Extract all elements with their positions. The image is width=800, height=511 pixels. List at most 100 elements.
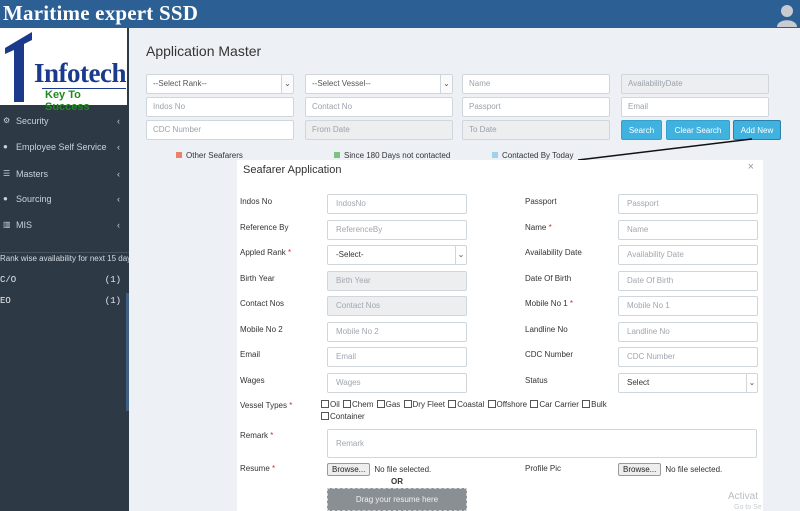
resume-file-status: No file selected. [374, 465, 432, 474]
user-avatar-icon[interactable] [776, 3, 798, 27]
resume-dropzone[interactable]: Drag your resume here [327, 488, 467, 511]
vessel-type-chem[interactable]: Chem [343, 399, 373, 411]
remark-textarea[interactable]: Remark [327, 429, 757, 458]
checkbox[interactable] [448, 400, 457, 408]
profile-pic-label: Profile Pic [525, 464, 562, 473]
vessel-type-dry-fleet[interactable]: Dry Fleet [403, 399, 445, 411]
chevron-left-icon: ‹ [117, 116, 120, 126]
cdc-input[interactable]: CDC Number [146, 120, 294, 140]
vessel-type-car-carrier[interactable]: Car Carrier [530, 399, 579, 411]
or-separator: OR [391, 477, 403, 486]
vessel-type-container[interactable]: Container [321, 411, 365, 423]
contact-input[interactable]: Contact No [305, 97, 453, 117]
chevron-down-icon: ⌄ [440, 75, 452, 93]
indos-label: Indos No [240, 197, 273, 206]
legend-swatch [176, 152, 182, 158]
search-button[interactable]: Search [621, 120, 662, 140]
close-icon[interactable]: × [748, 161, 754, 173]
from-date-input[interactable]: From Date [305, 120, 453, 140]
sidebar-item-label: Employee Self Service [16, 142, 107, 152]
passport-field[interactable]: Passport [618, 194, 758, 214]
email-label: Email [240, 350, 261, 359]
cdc-number-field[interactable]: CDC Number [618, 347, 758, 367]
birth-year-field[interactable]: Birth Year [327, 271, 467, 291]
list-icon: ☰ [3, 169, 11, 178]
wages-field[interactable]: Wages [327, 373, 467, 393]
checkbox[interactable] [343, 400, 352, 408]
status-value: Select [627, 378, 650, 387]
profile-pic-browse-button[interactable]: Browse... [618, 463, 662, 476]
app-title: Maritime expert SSD [3, 1, 199, 25]
sidebar-divider [0, 252, 129, 253]
remark-label: Remark * [240, 431, 274, 440]
sidebar-item-employee-self-service[interactable]: ● Employee Self Service ‹ [0, 136, 129, 158]
checkbox[interactable] [321, 400, 329, 408]
vessel-select[interactable]: --Select Vessel-- ⌄ [305, 74, 453, 94]
passport-input[interactable]: Passport [462, 97, 610, 117]
rank-select-value: --Select Rank-- [153, 79, 207, 88]
vessel-type-offshore[interactable]: Offshore [487, 399, 527, 411]
email-field[interactable]: Email [327, 347, 467, 367]
checkbox[interactable] [403, 400, 412, 408]
indos-field[interactable]: IndosNo [327, 194, 467, 214]
applied-rank-select[interactable]: -Select- ⌄ [327, 245, 467, 265]
sidebar-item-label: Masters [16, 169, 49, 179]
landline-field[interactable]: Landline No [618, 322, 758, 342]
rank-select[interactable]: --Select Rank-- ⌄ [146, 74, 294, 94]
checkbox[interactable] [530, 400, 539, 408]
availability-row[interactable]: C/O (1) [0, 275, 125, 289]
reference-by-field[interactable]: ReferenceBy [327, 220, 467, 240]
checkbox[interactable] [582, 400, 591, 408]
mobile-no-1-field[interactable]: Mobile No 1 [618, 296, 758, 316]
top-bar: Maritime expert SSD [0, 0, 800, 28]
status-select[interactable]: Select ⌄ [618, 373, 758, 393]
birth-year-label: Birth Year [240, 274, 275, 283]
applied-rank-value: -Select- [336, 250, 364, 259]
availability-date-field[interactable]: Availability Date [618, 245, 758, 265]
mobile-no-2-field[interactable]: Mobile No 2 [327, 322, 467, 342]
vessel-type-oil[interactable]: Oil [321, 399, 340, 411]
vessel-type-bulk[interactable]: Bulk [582, 399, 607, 411]
company-logo: Infotech Key To Success [0, 28, 127, 113]
name-input[interactable]: Name [462, 74, 610, 94]
chevron-left-icon: ‹ [117, 194, 120, 204]
contact-nos-field[interactable]: Contact Nos [327, 296, 467, 316]
profile-pic-file-input[interactable]: Browse... No file selected. [618, 463, 722, 477]
clear-search-button[interactable]: Clear Search [666, 120, 730, 140]
contact-nos-label: Contact Nos [240, 299, 285, 308]
checkbox[interactable] [321, 412, 329, 420]
date-of-birth-field[interactable]: Date Of Birth [618, 271, 758, 291]
to-date-input[interactable]: To Date [462, 120, 610, 140]
name-field[interactable]: Name [618, 220, 758, 240]
sidebar-item-mis[interactable]: ▥ MIS ‹ [0, 214, 129, 236]
sidebar-item-sourcing[interactable]: ● Sourcing ‹ [0, 188, 129, 210]
vessel-type-gas[interactable]: Gas [376, 399, 400, 411]
chevron-left-icon: ‹ [117, 220, 120, 230]
availability-title: Rank wise availability for next 15 days [0, 254, 129, 263]
chevron-left-icon: ‹ [117, 142, 120, 152]
sidebar-item-label: MIS [16, 220, 33, 230]
checkbox[interactable] [376, 400, 385, 408]
indos-input[interactable]: Indos No [146, 97, 294, 117]
legend-swatch [492, 152, 498, 158]
checkbox[interactable] [487, 400, 496, 408]
applied-rank-label: Appled Rank * [240, 248, 292, 257]
vessel-type-coastal[interactable]: Coastal [448, 399, 484, 411]
availability-date-label: Availability Date [525, 248, 582, 257]
availability-date-input[interactable]: AvailabilityDate [621, 74, 769, 94]
resume-file-input[interactable]: Browse... No file selected. [327, 463, 431, 477]
sidebar-scrollbar[interactable] [126, 293, 129, 411]
cdc-number-label: CDC Number [525, 350, 574, 359]
availability-rank: C/O [0, 275, 17, 285]
chevron-down-icon: ⌄ [746, 374, 757, 392]
availability-count: (1) [104, 296, 121, 306]
availability-rank: EO [0, 296, 11, 306]
resume-browse-button[interactable]: Browse... [327, 463, 371, 476]
page-title: Application Master [146, 43, 262, 59]
status-label: Status [525, 376, 548, 385]
availability-row[interactable]: EO (1) [0, 296, 125, 310]
sidebar-item-masters[interactable]: ☰ Masters ‹ [0, 163, 129, 185]
add-new-button[interactable]: Add New [733, 120, 781, 140]
sidebar-item-security[interactable]: ⚙ Security ‹ [0, 110, 129, 132]
email-input[interactable]: Email [621, 97, 769, 117]
